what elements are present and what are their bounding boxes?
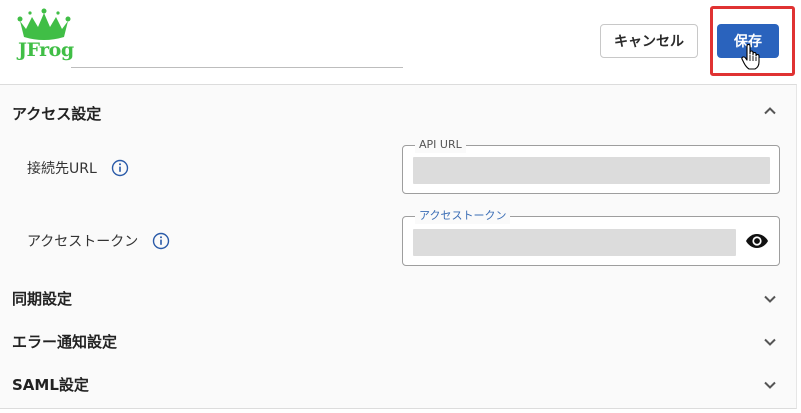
chevron-down-icon[interactable] <box>762 291 778 307</box>
chevron-down-icon[interactable] <box>762 334 778 350</box>
header: JFrog キャンセル 保存 <box>0 0 801 84</box>
field-label-token: アクセストークン <box>27 231 170 251</box>
hand-cursor-icon <box>741 44 760 70</box>
info-icon[interactable] <box>152 232 170 250</box>
access-token-value-redacted <box>413 229 736 256</box>
access-token-legend: アクセストークン <box>415 208 511 224</box>
info-icon[interactable] <box>111 159 129 177</box>
chevron-up-icon[interactable] <box>762 103 778 119</box>
field-label-url: 接続先URL <box>27 158 129 178</box>
section-title-saml[interactable]: SAML設定 <box>12 374 89 395</box>
api-url-field[interactable]: API URL <box>402 137 780 194</box>
cancel-button[interactable]: キャンセル <box>600 24 698 58</box>
settings-panel: アクセス設定 接続先URL API URL アクセストークン アクセストークン <box>0 84 797 409</box>
token-label-text: アクセストークン <box>27 234 139 250</box>
logo-text: JFrog <box>18 39 74 61</box>
url-label-text: 接続先URL <box>27 161 97 177</box>
eye-icon[interactable] <box>745 229 769 253</box>
chevron-down-icon[interactable] <box>762 377 778 393</box>
section-title-error-notification[interactable]: エラー通知設定 <box>12 331 117 352</box>
api-url-value-redacted <box>413 157 770 184</box>
section-title-sync[interactable]: 同期設定 <box>12 288 72 309</box>
name-input[interactable] <box>71 12 403 68</box>
access-token-field[interactable]: アクセストークン <box>402 208 780 266</box>
api-url-legend: API URL <box>415 137 466 153</box>
section-title-access[interactable]: アクセス設定 <box>12 103 101 124</box>
